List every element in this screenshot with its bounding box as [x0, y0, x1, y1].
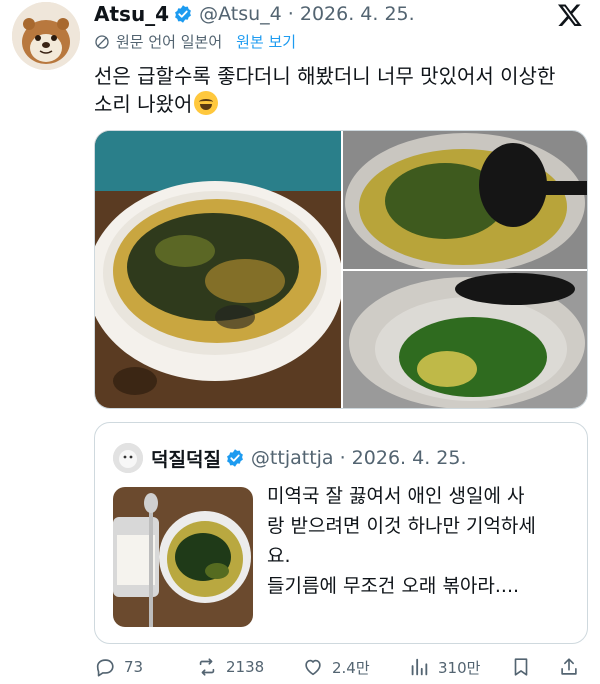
- quoted-author-display-name[interactable]: 덕질덕질: [151, 445, 221, 472]
- quoted-author-avatar[interactable]: [113, 443, 143, 473]
- quoted-avatar-image: [113, 443, 143, 473]
- repost-count: 2138: [226, 658, 265, 676]
- tweet-text-fragment: 소리 나왔어: [94, 92, 193, 116]
- photo-pot-saute[interactable]: [343, 271, 588, 409]
- share-icon: [561, 658, 577, 675]
- tweet-text: 선은 급할수록 좋다더니 해봤더니 너무 맛있어서 이상한 소리 나왔어: [94, 62, 590, 118]
- bookmark-icon: [514, 658, 528, 676]
- reply-icon: [96, 659, 114, 677]
- view-count: 310만: [438, 658, 481, 677]
- quoted-text-line: 미역국 잘 끓여서 애인 생일에 사: [267, 485, 525, 507]
- quoted-photo-meal: [113, 487, 253, 627]
- author-avatar[interactable]: [12, 2, 80, 70]
- tweet-text-line: 선은 급할수록 좋다더니 해봤더니 너무 맛있어서 이상한: [94, 64, 556, 88]
- quoted-text-line: 요.: [267, 545, 291, 567]
- quoted-tweet-thumbnail[interactable]: [113, 487, 253, 627]
- quoted-author-handle-and-date[interactable]: @ttjattja · 2026. 4. 25.: [251, 447, 467, 469]
- views-button[interactable]: 310만: [408, 652, 480, 682]
- share-button[interactable]: [558, 652, 588, 682]
- verified-badge-icon: [227, 449, 243, 467]
- author-handle-and-date[interactable]: @Atsu_4 · 2026. 4. 25.: [199, 3, 415, 25]
- tweet-header: Atsu_4 @Atsu_4 · 2026. 4. 25.: [94, 0, 415, 28]
- verified-badge-icon: [175, 5, 192, 23]
- tweet-action-bar: 73 2138 2.4만 310만: [94, 652, 590, 682]
- translate-icon: [95, 34, 109, 49]
- repost-icon: [199, 658, 215, 676]
- translation-label: 원문 언어 일본어: [116, 33, 223, 51]
- repost-button[interactable]: 2138: [196, 652, 264, 682]
- quoted-text-line: 들기름에 무조건 오래 볶아라....: [267, 575, 520, 597]
- quoted-tweet-header: 덕질덕질 @ttjattja · 2026. 4. 25.: [151, 443, 467, 473]
- quoted-tweet[interactable]: 덕질덕질 @ttjattja · 2026. 4. 25. 미역국 잘 끓여서 …: [94, 422, 588, 644]
- reply-count: 73: [124, 658, 144, 676]
- author-display-name[interactable]: Atsu_4: [94, 2, 169, 26]
- quoted-tweet-text: 미역국 잘 끓여서 애인 생일에 사 랑 받으려면 이것 하나만 기억하세 요.…: [267, 481, 577, 601]
- heart-icon: [305, 659, 321, 676]
- x-logo-icon[interactable]: [557, 2, 583, 28]
- photo-soup-bowl[interactable]: [95, 131, 343, 409]
- bookmark-button[interactable]: [510, 652, 540, 682]
- translation-notice: 원문 언어 일본어 원본 보기: [94, 31, 296, 52]
- tweet-text-line-with-emoji: 소리 나왔어: [94, 90, 590, 118]
- otter-avatar-image: [12, 2, 80, 70]
- like-button[interactable]: 2.4만: [302, 652, 370, 682]
- photo-pot-soup[interactable]: [343, 131, 588, 273]
- media-photos: [95, 131, 588, 409]
- tweet-media-grid[interactable]: [94, 130, 588, 409]
- laughing-tears-emoji-icon: [194, 91, 219, 115]
- show-original-link[interactable]: 원본 보기: [236, 31, 296, 52]
- like-count: 2.4만: [332, 658, 370, 677]
- reply-button[interactable]: 73: [94, 652, 143, 682]
- quoted-text-line: 랑 받으려면 이것 하나만 기억하세: [267, 515, 536, 537]
- views-chart-icon: [411, 658, 428, 676]
